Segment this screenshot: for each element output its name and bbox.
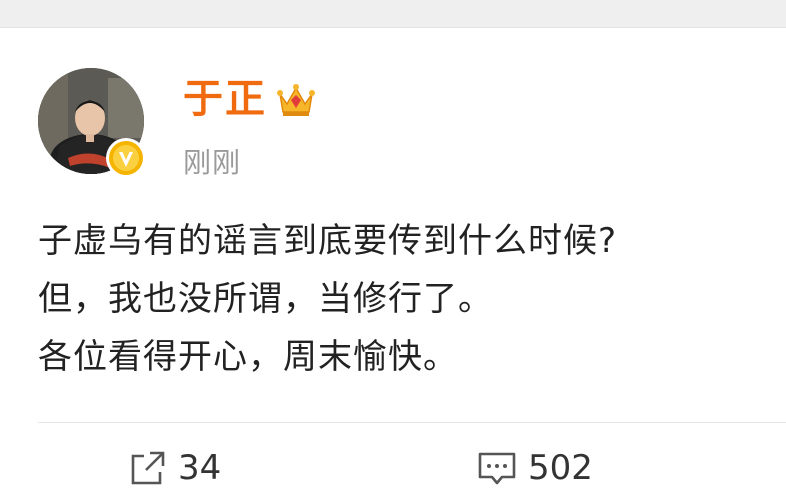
share-icon: [131, 451, 165, 485]
post-time: 刚刚: [183, 146, 242, 179]
post-line: 子虚乌有的谣言到底要传到什么时候?: [38, 221, 618, 261]
comment-button[interactable]: 502: [476, 446, 593, 490]
post-line: 但，我也没所谓，当修行了。: [38, 279, 493, 319]
share-count: 34: [178, 448, 222, 488]
comment-count: 502: [528, 448, 593, 488]
post-content: 子虚乌有的谣言到底要传到什么时候? 但，我也没所谓，当修行了。 各位看得开心，周…: [38, 212, 778, 386]
author-avatar-container[interactable]: [38, 68, 146, 178]
divider: [38, 422, 786, 423]
watermark-fade: [590, 440, 786, 489]
share-button[interactable]: 34: [128, 446, 221, 490]
author-name[interactable]: 于正: [183, 74, 267, 124]
post-line: 各位看得开心，周末愉快。: [38, 337, 458, 377]
vip-crown-icon[interactable]: [274, 78, 318, 122]
comment-icon: [478, 452, 516, 485]
top-bar: [0, 0, 786, 28]
verified-badge-icon: [106, 138, 146, 178]
